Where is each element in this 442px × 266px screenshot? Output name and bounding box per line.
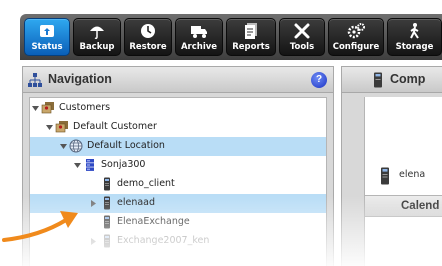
server-icon xyxy=(86,159,94,171)
status-icon xyxy=(25,22,69,40)
selected-device-row[interactable]: elena xyxy=(365,161,442,191)
clock-icon xyxy=(125,22,171,40)
tools-label: Tools xyxy=(289,42,315,52)
network-tree-icon xyxy=(28,73,42,87)
backup-button[interactable]: Backup xyxy=(73,18,121,56)
tree-item-label: Customers xyxy=(59,102,111,113)
globe-icon xyxy=(69,139,83,153)
reports-label: Reports xyxy=(232,42,270,52)
device-icon xyxy=(381,167,389,185)
selected-device-label: elena xyxy=(399,169,426,180)
expanded-arrow-icon[interactable] xyxy=(74,162,81,169)
calendar-title: Calend xyxy=(401,200,440,212)
gears-icon xyxy=(329,22,383,40)
storage-icon xyxy=(388,22,441,40)
tree-item-sonja300[interactable]: Sonja300 xyxy=(30,156,326,175)
expanded-arrow-icon[interactable] xyxy=(46,124,53,131)
computer-panel: Comp elena Calend xyxy=(341,66,442,266)
navigation-title: Navigation xyxy=(48,72,112,86)
status-label: Status xyxy=(31,42,63,52)
tree-item-customers[interactable]: Customers xyxy=(30,99,326,118)
tree-item-label: Exchange2007_ken xyxy=(117,235,210,246)
device-icon xyxy=(104,215,110,229)
expanded-arrow-icon[interactable] xyxy=(60,143,67,150)
truck-icon xyxy=(176,22,222,40)
restore-button[interactable]: Restore xyxy=(124,18,172,56)
calendar-header: Calend xyxy=(365,195,442,217)
callout-arrow-icon xyxy=(2,211,78,242)
restore-label: Restore xyxy=(129,42,167,52)
tree-item-label: Default Customer xyxy=(73,121,157,132)
tree-item-default-customer[interactable]: Default Customer xyxy=(30,118,326,137)
configure-button[interactable]: Configure xyxy=(328,18,384,56)
tools-button[interactable]: Tools xyxy=(279,18,325,56)
archive-button[interactable]: Archive xyxy=(175,18,223,56)
customer-icon xyxy=(55,121,68,133)
backup-label: Backup xyxy=(79,42,115,52)
status-button[interactable]: Status xyxy=(24,18,70,56)
tree-item-label: Sonja300 xyxy=(101,159,146,170)
navigation-header: Navigation ? xyxy=(23,67,333,93)
tree-item-label: ElenaExchange xyxy=(117,216,190,227)
tree-item-label: elenaad xyxy=(117,197,156,208)
computer-panel-header: Comp xyxy=(342,67,442,93)
tree-item-label: demo_client xyxy=(117,178,175,189)
computer-panel-body: elena Calend xyxy=(364,97,442,266)
device-icon xyxy=(104,234,110,248)
storage-button[interactable]: Storage xyxy=(387,18,442,56)
customers-icon xyxy=(41,102,54,114)
device-icon xyxy=(104,177,110,191)
document-icon xyxy=(227,22,275,40)
umbrella-icon xyxy=(74,22,120,40)
reports-button[interactable]: Reports xyxy=(226,18,276,56)
computer-icon xyxy=(374,72,382,88)
help-icon[interactable]: ? xyxy=(311,72,327,88)
tree-item-default-location[interactable]: Default Location xyxy=(30,137,326,156)
configure-label: Configure xyxy=(332,42,380,52)
computer-panel-title: Comp xyxy=(390,72,426,86)
tools-icon xyxy=(280,22,324,40)
device-icon xyxy=(104,196,110,210)
storage-label: Storage xyxy=(395,42,434,52)
expanded-arrow-icon[interactable] xyxy=(32,105,39,112)
archive-label: Archive xyxy=(180,42,218,52)
tree-item-label: Default Location xyxy=(87,140,165,151)
main-toolbar: Status Backup Restore Archive Reports To… xyxy=(20,14,442,60)
tree-item-demo-client[interactable]: demo_client xyxy=(30,175,326,194)
